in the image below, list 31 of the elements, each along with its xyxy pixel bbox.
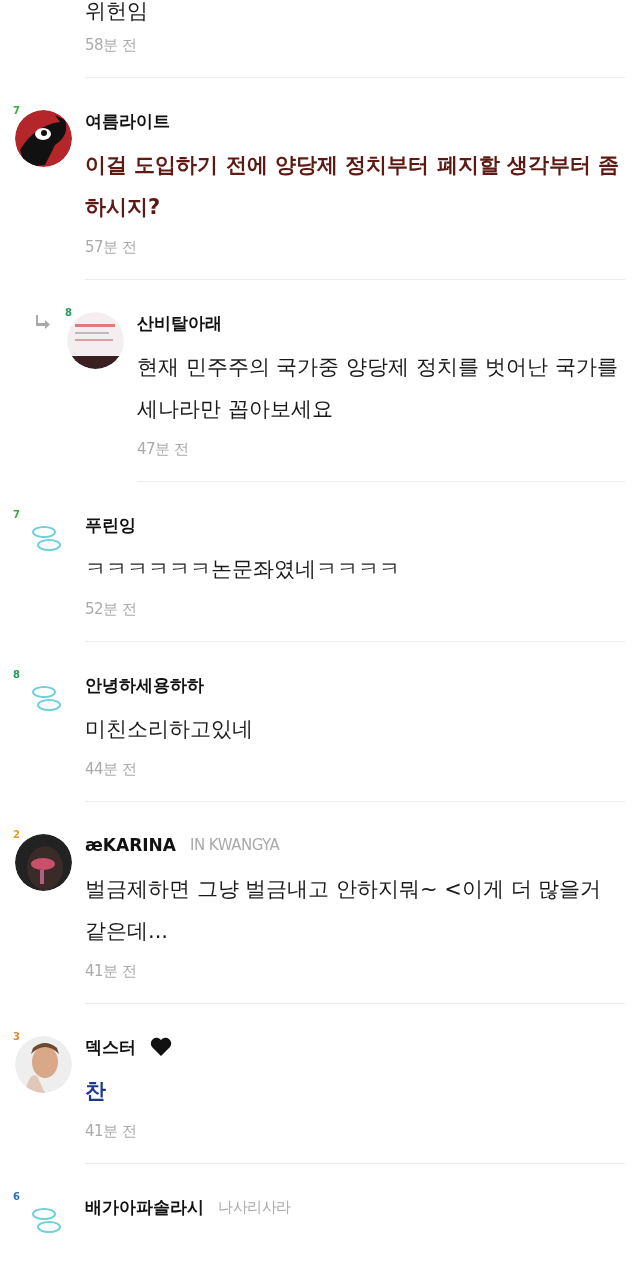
comment-text: 위헌임 <box>85 0 149 25</box>
level-label: 8 <box>13 670 20 680</box>
user-tag: 나사리사라 <box>218 1197 291 1217</box>
username[interactable]: 덱스터 <box>85 1035 136 1059</box>
comment-time: 47분 전 <box>137 440 190 459</box>
level-label: 2 <box>13 830 20 840</box>
username[interactable]: 산비탈아래 <box>137 311 222 335</box>
level-label: 7 <box>13 510 20 520</box>
username[interactable]: 여름라이트 <box>85 109 170 133</box>
comment-time: 44분 전 <box>85 760 138 779</box>
comment-text: 벌금제하면 그냥 벌금내고 안하지뭐~ <이게 더 많을거 같은데... <box>85 876 603 945</box>
comment-text: 현재 민주주의 국가중 양당제 정치를 벗어난 국가를 세나라만 꼽아보세요 <box>137 354 620 423</box>
comment-text: 찬 <box>85 1078 107 1105</box>
username[interactable]: æKARINA <box>85 835 176 855</box>
comment-text: 미친소리하고있네 <box>85 716 254 743</box>
comment-text: 이걸 도입하기 전에 양당제 정치부터 폐지할 생각부터 좀 하시지? <box>85 152 621 221</box>
level-label: 6 <box>13 1192 20 1202</box>
comment-time: 52분 전 <box>85 600 138 619</box>
comment-time: 58분 전 <box>85 36 138 55</box>
username[interactable]: 안녕하세용하하 <box>85 673 204 697</box>
comment-time: 57분 전 <box>85 238 138 257</box>
comment-text: ㅋㅋㅋㅋㅋㅋ논문좌였네ㅋㅋㅋㅋ <box>85 556 401 583</box>
user-tag: IN KWANGYA <box>189 836 280 854</box>
reply-arrow-icon <box>35 314 51 330</box>
username[interactable]: 푸린잉 <box>85 513 136 537</box>
comment-time: 41분 전 <box>85 1122 138 1141</box>
level-label: 8 <box>65 308 72 318</box>
username[interactable]: 배가아파솔라시 <box>85 1195 204 1219</box>
level-label: 3 <box>13 1032 20 1042</box>
comment-time: 41분 전 <box>85 962 138 981</box>
level-label: 7 <box>13 106 20 116</box>
